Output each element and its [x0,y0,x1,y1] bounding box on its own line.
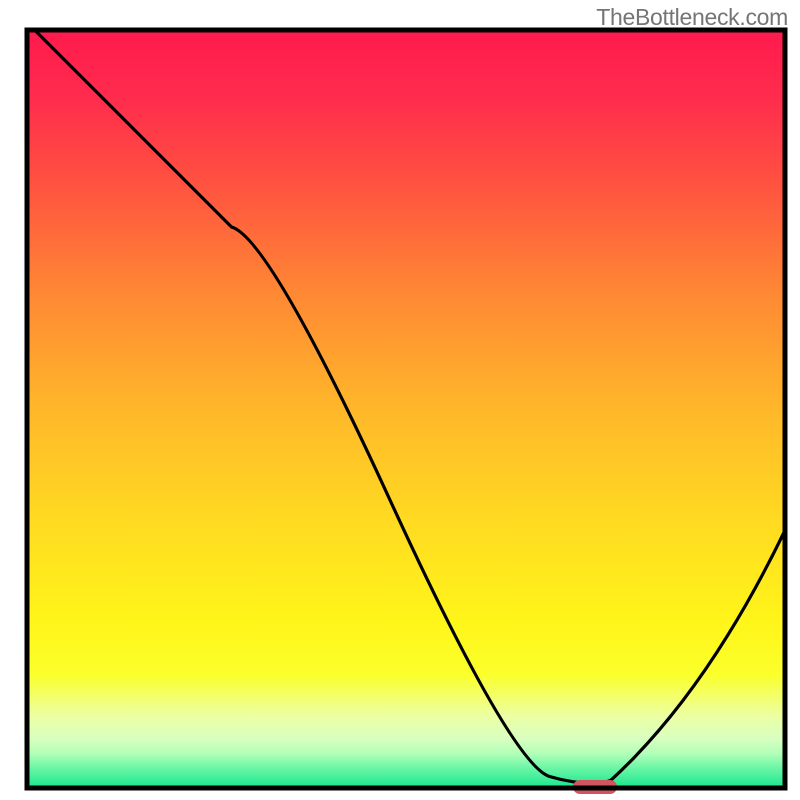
chart-container: { "watermark": "TheBottleneck.com", "plo… [0,0,800,800]
gradient-background [27,30,785,788]
watermark-text: TheBottleneck.com [596,4,788,31]
bottleneck-chart [0,0,800,800]
